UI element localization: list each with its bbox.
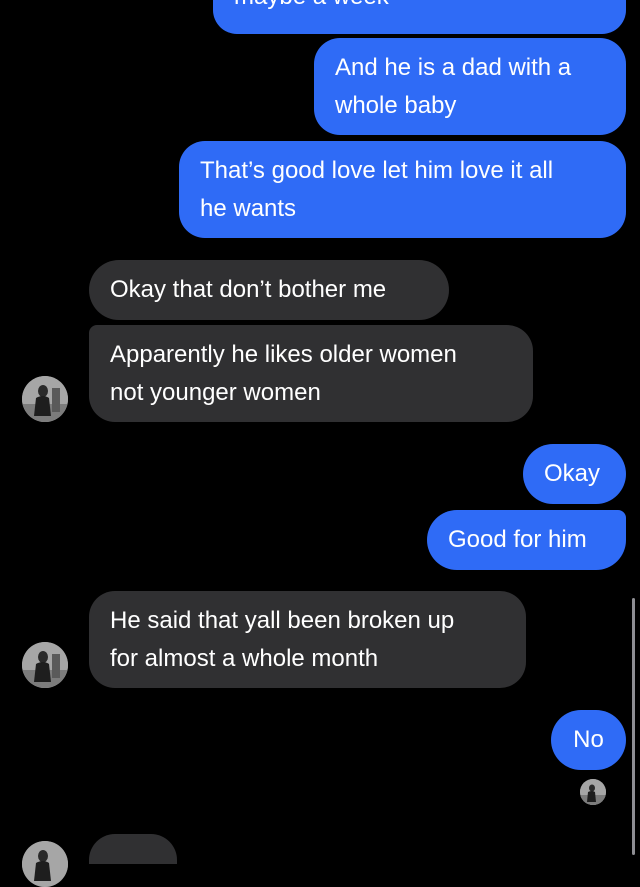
- message-text-line: He said that yall been broken up: [110, 606, 455, 634]
- message-bubble-outgoing[interactable]: Good for him: [427, 510, 626, 570]
- message-text-line: for almost a whole month: [110, 644, 379, 672]
- message-text-line: Apparently he likes older women: [110, 340, 457, 368]
- contact-avatar-icon[interactable]: [22, 376, 68, 422]
- message-text: Okay that don’t bother me: [110, 276, 387, 303]
- message-bubble-incoming[interactable]: He said that yall been broken up for alm…: [89, 591, 526, 688]
- message-bubble-incoming[interactable]: Apparently he likes older women not youn…: [89, 325, 533, 422]
- message-text-line: whole baby: [335, 91, 457, 119]
- message-text: Okay: [544, 460, 601, 487]
- message-text-line: That’s good love let him love it all: [200, 156, 554, 184]
- message-bubble-incoming[interactable]: [89, 834, 177, 864]
- message-text: No: [573, 726, 604, 753]
- message-bubble-outgoing[interactable]: No: [551, 710, 626, 770]
- message-text: maybe a week: [234, 0, 389, 16]
- read-receipt-avatar-icon: [580, 779, 606, 805]
- message-text: Good for him: [448, 526, 587, 553]
- message-bubble-outgoing[interactable]: That’s good love let him love it all he …: [179, 141, 626, 238]
- message-bubble-outgoing[interactable]: And he is a dad with a whole baby: [314, 38, 626, 135]
- contact-avatar-icon[interactable]: [22, 642, 68, 688]
- message-text-line: he wants: [200, 194, 297, 222]
- message-bubble-incoming[interactable]: Okay that don’t bother me: [89, 260, 449, 320]
- contact-avatar-icon[interactable]: [22, 841, 68, 887]
- scrollbar[interactable]: [632, 598, 635, 855]
- message-bubble-outgoing[interactable]: Okay: [523, 444, 626, 504]
- message-bubble-outgoing[interactable]: maybe a week: [213, 0, 626, 34]
- message-text-line: not younger women: [110, 378, 321, 406]
- message-text-line: And he is a dad with a: [335, 53, 572, 81]
